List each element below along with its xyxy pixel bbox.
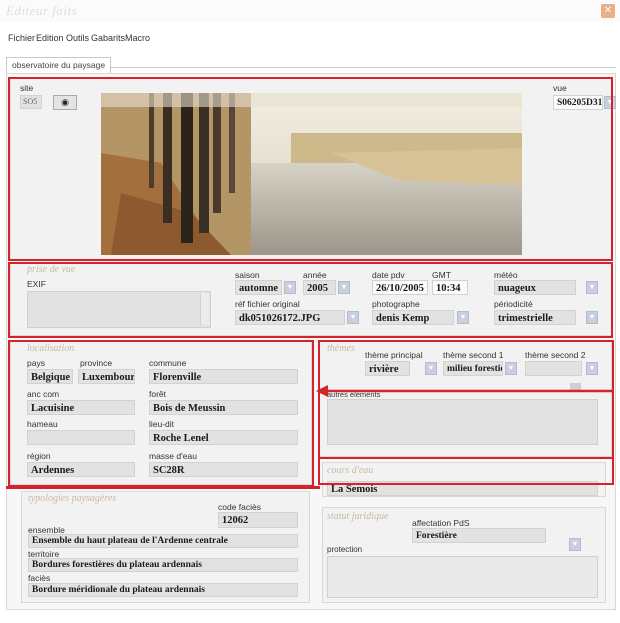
affectation-label: affectation PdS (412, 518, 470, 528)
code-facies-field[interactable]: 12062 (218, 512, 298, 528)
highlight-divider (6, 486, 320, 489)
menu-fichier[interactable]: Fichier (8, 33, 35, 43)
protection-dropdown-arrow-icon[interactable]: ▼ (569, 538, 581, 551)
menu-outils[interactable]: Outils (66, 33, 89, 43)
protection-field[interactable] (327, 556, 598, 598)
close-icon[interactable]: ✕ (601, 4, 615, 18)
menu-bar: Fichier Edition Outils Gabarits Macro (0, 33, 620, 47)
protection-label: protection (327, 545, 363, 554)
window-title: Editeur faits (6, 3, 78, 18)
highlight-photo-section (8, 77, 613, 261)
menu-edition[interactable]: Edition (36, 33, 64, 43)
ensemble-field[interactable]: Ensemble du haut plateau de l'Ardenne ce… (28, 534, 298, 548)
territoire-field[interactable]: Bordures forestières du plateau ardennai… (28, 558, 298, 572)
left-arrow-icon (316, 384, 614, 398)
menu-gabarits[interactable]: Gabarits (91, 33, 125, 43)
facies-field[interactable]: Bordure méridionale du plateau ardennais (28, 583, 298, 597)
affectation-field[interactable]: Forestière (412, 528, 546, 543)
menu-macro[interactable]: Macro (125, 33, 150, 43)
code-facies-label: code faciès (218, 502, 261, 512)
facies-label: faciès (28, 573, 51, 583)
typologies-title: typologies paysagères (28, 493, 117, 504)
statut-title: statut juridique (327, 511, 389, 522)
title-bar: Editeur faits ✕ (0, 0, 620, 22)
highlight-themes (318, 340, 614, 459)
highlight-cours-eau (318, 459, 614, 485)
highlight-prise-de-vue (8, 262, 613, 338)
tab-observatoire[interactable]: observatoire du paysage (6, 57, 112, 73)
highlight-localisation (8, 340, 314, 487)
